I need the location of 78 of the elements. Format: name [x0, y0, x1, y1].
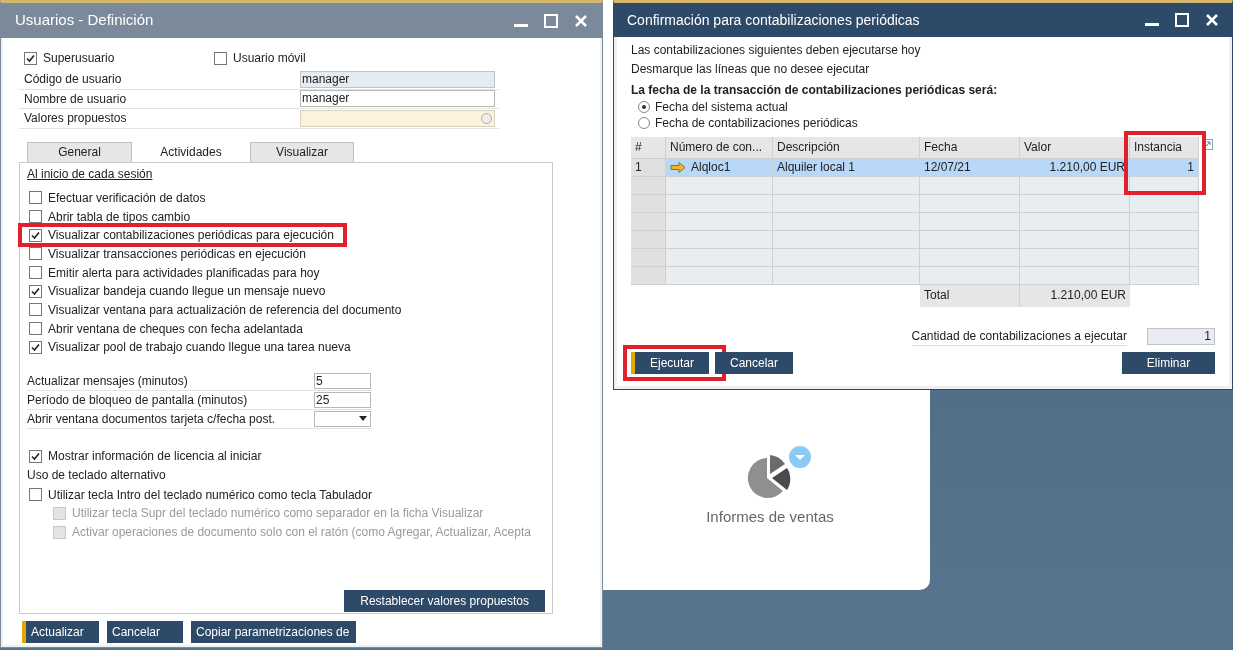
checkbox-label: Visualizar bandeja cuando llegue un mensaje nuevo	[48, 283, 326, 301]
field-label: Cantidad de contabilizaciones a ejecutar	[911, 327, 1127, 346]
checkbox[interactable]	[29, 228, 42, 242]
caret-icon	[359, 416, 367, 422]
total-label: Total	[920, 285, 1020, 307]
input-field[interactable]: 25	[314, 391, 371, 408]
reset-defaults-button[interactable]: Restablecer valores propuestos	[344, 589, 545, 612]
radio-label: Fecha del sistema actual	[655, 99, 788, 116]
execute-button[interactable]: Ejecutar	[631, 352, 709, 374]
table-cell	[631, 213, 666, 231]
info-text: Desmarque las líneas que no desee ejecutar	[631, 61, 871, 78]
input-field[interactable]: 5	[314, 372, 371, 389]
cancel-button[interactable]: Cancelar	[107, 620, 183, 643]
table-row[interactable]: 1 Alqloc1 Alquiler local 1 12/07/21 1.210,00 EUR 1	[631, 159, 1199, 177]
checkbox[interactable]	[29, 210, 42, 224]
group-label: Uso de teclado alternativo	[27, 467, 167, 485]
cancel-button[interactable]: Cancelar	[715, 352, 793, 374]
table-cell	[631, 267, 666, 285]
input-field[interactable]	[300, 109, 495, 127]
radio-button[interactable]	[638, 117, 650, 129]
checkbox[interactable]	[29, 266, 42, 280]
checkbox-label: Mostrar información de licencia al iniciar	[48, 448, 262, 466]
checkbox[interactable]	[29, 284, 42, 298]
field-label: Nombre de usuario	[23, 90, 128, 108]
table-cell	[1130, 267, 1199, 285]
checkbox-label: Utilizar tecla Intro del teclado numérico como tecla Tabulador	[48, 486, 372, 504]
checkbox-label: Visualizar transacciones periódicas en ejecución	[48, 245, 306, 263]
checkbox[interactable]	[29, 322, 42, 336]
input-field[interactable]: manager	[300, 90, 495, 108]
delete-button[interactable]: Eliminar	[1122, 352, 1215, 374]
checkbox[interactable]	[29, 303, 42, 317]
arrow-icon[interactable]	[670, 162, 686, 173]
field-label: Valores propuestos	[23, 110, 128, 128]
checkbox-label: Utilizar tecla Supr del teclado numérico como separador en la ficha Visualizar	[72, 505, 484, 523]
field-label: Código de usuario	[23, 71, 123, 89]
table-cell	[631, 231, 666, 249]
window-title: Usuarios - Definición	[15, 10, 155, 31]
tab[interactable]: General	[27, 141, 132, 162]
copy-settings-button[interactable]: Copiar parametrizaciones de	[191, 620, 356, 643]
checkbox-label: Superusuario	[43, 50, 115, 67]
field-label: Período de bloqueo de pantalla (minutos)	[27, 391, 249, 409]
table-cell	[631, 177, 666, 195]
field-label: Actualizar mensajes (minutos)	[27, 372, 189, 390]
radio-button[interactable]	[638, 101, 650, 113]
info-text: Las contabilizaciones siguientes deben ejecutarse hoy	[631, 42, 922, 59]
checkbox-label: Visualizar pool de trabajo cuando llegue una tarea nueva	[48, 339, 351, 357]
maximize-icon[interactable]	[1175, 13, 1189, 27]
field-label: Abrir ventana documentos tarjeta c/fecha post.	[27, 410, 277, 428]
radio-label: Fecha de contabilizaciones periódicas	[655, 115, 858, 132]
table-cell	[631, 249, 666, 267]
close-icon[interactable]	[1205, 13, 1219, 27]
checkbox-label: Visualizar contabilizaciones periódicas para ejecución	[48, 227, 334, 245]
count-field: 1	[1147, 328, 1215, 345]
checkbox-label: Visualizar ventana para actualización de referencia del documento	[48, 301, 402, 319]
checkbox[interactable]	[214, 51, 227, 65]
checkbox[interactable]	[29, 191, 42, 205]
checkbox-label: Activar operaciones de documento solo con el ratón (como Agregar, Actualizar, Acepta	[72, 524, 531, 542]
checkbox[interactable]	[29, 488, 42, 502]
update-button[interactable]: Actualizar	[22, 620, 99, 643]
checkbox[interactable]	[29, 449, 42, 463]
tile-label[interactable]: Informes de ventas	[706, 505, 834, 528]
checkbox-label: Emitir alerta para actividades planificadas para hoy	[48, 264, 320, 282]
dropdown-field[interactable]	[314, 410, 371, 427]
checkbox[interactable]	[29, 247, 42, 261]
table-cell	[631, 195, 666, 213]
section-heading: Al inicio de cada sesión	[27, 165, 154, 183]
checkbox-label: Usuario móvil	[233, 50, 306, 67]
window-title: Confirmación para contabilizaciones periódicas	[627, 10, 921, 30]
table-cell: 1	[631, 159, 666, 177]
section-heading: La fecha de la transacción de contabilizaciones periódicas será:	[631, 82, 999, 99]
checkbox-label: Abrir tabla de tipos cambio	[48, 208, 191, 226]
input-field[interactable]: manager	[300, 70, 495, 88]
total-value: 1.210,00 EUR	[1020, 285, 1130, 307]
checkbox[interactable]	[24, 51, 37, 65]
checkbox-label: Efectuar verificación de datos	[48, 189, 206, 207]
checkbox[interactable]	[29, 340, 42, 354]
tab[interactable]: Visualizar	[250, 141, 354, 162]
checkbox-label: Abrir ventana de cheques con fecha adelantada	[48, 320, 303, 338]
